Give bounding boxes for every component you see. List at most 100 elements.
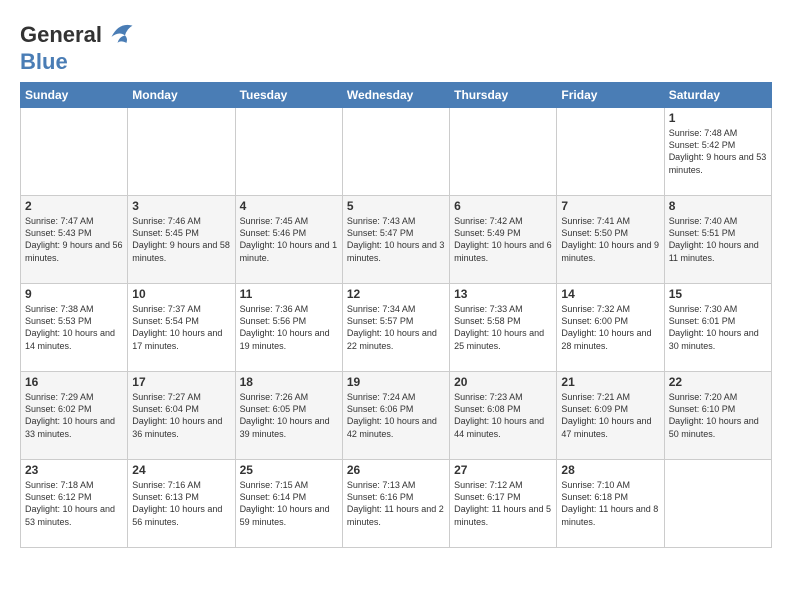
calendar-week-row: 2 Sunrise: 7:47 AM Sunset: 5:43 PM Daylig… <box>21 196 772 284</box>
calendar-cell <box>128 108 235 196</box>
day-info: Sunrise: 7:29 AM Sunset: 6:02 PM Dayligh… <box>25 391 123 440</box>
day-info: Sunrise: 7:43 AM Sunset: 5:47 PM Dayligh… <box>347 215 445 264</box>
day-number: 5 <box>347 199 445 213</box>
day-info: Sunrise: 7:42 AM Sunset: 5:49 PM Dayligh… <box>454 215 552 264</box>
calendar-cell: 21 Sunrise: 7:21 AM Sunset: 6:09 PM Dayli… <box>557 372 664 460</box>
day-info: Sunrise: 7:15 AM Sunset: 6:14 PM Dayligh… <box>240 479 338 528</box>
day-info: Sunrise: 7:10 AM Sunset: 6:18 PM Dayligh… <box>561 479 659 528</box>
day-number: 23 <box>25 463 123 477</box>
page: General Blue SundayMondayTuesdayWednesda… <box>0 0 792 558</box>
day-number: 22 <box>669 375 767 389</box>
calendar-cell: 24 Sunrise: 7:16 AM Sunset: 6:13 PM Dayli… <box>128 460 235 548</box>
calendar-week-row: 23Sunrise: 7:18 AM Sunset: 6:12 PM Dayli… <box>21 460 772 548</box>
calendar-cell: 25 Sunrise: 7:15 AM Sunset: 6:14 PM Dayli… <box>235 460 342 548</box>
day-number: 18 <box>240 375 338 389</box>
day-info: Sunrise: 7:36 AM Sunset: 5:56 PM Dayligh… <box>240 303 338 352</box>
logo-text-general: General <box>20 23 102 47</box>
weekday-header-thursday: Thursday <box>450 83 557 108</box>
calendar-cell <box>235 108 342 196</box>
day-number: 9 <box>25 287 123 301</box>
calendar-week-row: 9 Sunrise: 7:38 AM Sunset: 5:53 PM Daylig… <box>21 284 772 372</box>
day-number: 6 <box>454 199 552 213</box>
weekday-header-wednesday: Wednesday <box>342 83 449 108</box>
calendar-cell: 15Sunrise: 7:30 AM Sunset: 6:01 PM Dayli… <box>664 284 771 372</box>
calendar-cell <box>557 108 664 196</box>
calendar-table: SundayMondayTuesdayWednesdayThursdayFrid… <box>20 82 772 548</box>
day-info: Sunrise: 7:20 AM Sunset: 6:10 PM Dayligh… <box>669 391 767 440</box>
calendar-cell <box>450 108 557 196</box>
day-info: Sunrise: 7:46 AM Sunset: 5:45 PM Dayligh… <box>132 215 230 264</box>
calendar-cell: 27 Sunrise: 7:12 AM Sunset: 6:17 PM Dayli… <box>450 460 557 548</box>
calendar-cell: 2 Sunrise: 7:47 AM Sunset: 5:43 PM Daylig… <box>21 196 128 284</box>
day-number: 26 <box>347 463 445 477</box>
day-number: 2 <box>25 199 123 213</box>
day-number: 27 <box>454 463 552 477</box>
calendar-week-row: 16 Sunrise: 7:29 AM Sunset: 6:02 PM Dayli… <box>21 372 772 460</box>
calendar-cell: 17 Sunrise: 7:27 AM Sunset: 6:04 PM Dayli… <box>128 372 235 460</box>
day-info: Sunrise: 7:32 AM Sunset: 6:00 PM Dayligh… <box>561 303 659 352</box>
day-number: 17 <box>132 375 230 389</box>
day-info: Sunrise: 7:30 AM Sunset: 6:01 PM Dayligh… <box>669 303 767 352</box>
calendar-cell: 20 Sunrise: 7:23 AM Sunset: 6:08 PM Dayli… <box>450 372 557 460</box>
day-number: 16 <box>25 375 123 389</box>
calendar-cell: 18 Sunrise: 7:26 AM Sunset: 6:05 PM Dayli… <box>235 372 342 460</box>
calendar-cell <box>342 108 449 196</box>
logo-text-blue: Blue <box>20 49 68 74</box>
day-number: 8 <box>669 199 767 213</box>
day-info: Sunrise: 7:13 AM Sunset: 6:16 PM Dayligh… <box>347 479 445 528</box>
day-info: Sunrise: 7:21 AM Sunset: 6:09 PM Dayligh… <box>561 391 659 440</box>
calendar-cell: 7 Sunrise: 7:41 AM Sunset: 5:50 PM Daylig… <box>557 196 664 284</box>
day-number: 21 <box>561 375 659 389</box>
calendar-cell: 26 Sunrise: 7:13 AM Sunset: 6:16 PM Dayli… <box>342 460 449 548</box>
day-info: Sunrise: 7:27 AM Sunset: 6:04 PM Dayligh… <box>132 391 230 440</box>
calendar-cell: 9 Sunrise: 7:38 AM Sunset: 5:53 PM Daylig… <box>21 284 128 372</box>
weekday-header-monday: Monday <box>128 83 235 108</box>
day-number: 1 <box>669 111 767 125</box>
logo: General Blue <box>20 20 134 74</box>
logo-bird-icon <box>104 20 134 50</box>
day-number: 11 <box>240 287 338 301</box>
day-number: 24 <box>132 463 230 477</box>
calendar-cell: 8Sunrise: 7:40 AM Sunset: 5:51 PM Daylig… <box>664 196 771 284</box>
calendar-header-row: SundayMondayTuesdayWednesdayThursdayFrid… <box>21 83 772 108</box>
day-info: Sunrise: 7:33 AM Sunset: 5:58 PM Dayligh… <box>454 303 552 352</box>
calendar-cell: 16 Sunrise: 7:29 AM Sunset: 6:02 PM Dayli… <box>21 372 128 460</box>
day-number: 12 <box>347 287 445 301</box>
calendar-cell: 19 Sunrise: 7:24 AM Sunset: 6:06 PM Dayli… <box>342 372 449 460</box>
calendar-cell: 22 Sunrise: 7:20 AM Sunset: 6:10 PM Dayli… <box>664 372 771 460</box>
day-number: 10 <box>132 287 230 301</box>
day-info: Sunrise: 7:38 AM Sunset: 5:53 PM Dayligh… <box>25 303 123 352</box>
calendar-cell: 14Sunrise: 7:32 AM Sunset: 6:00 PM Dayli… <box>557 284 664 372</box>
day-number: 7 <box>561 199 659 213</box>
calendar-cell: 12 Sunrise: 7:34 AM Sunset: 5:57 PM Dayli… <box>342 284 449 372</box>
day-info: Sunrise: 7:23 AM Sunset: 6:08 PM Dayligh… <box>454 391 552 440</box>
day-info: Sunrise: 7:34 AM Sunset: 5:57 PM Dayligh… <box>347 303 445 352</box>
header: General Blue <box>20 20 772 74</box>
day-number: 25 <box>240 463 338 477</box>
day-info: Sunrise: 7:12 AM Sunset: 6:17 PM Dayligh… <box>454 479 552 528</box>
day-info: Sunrise: 7:24 AM Sunset: 6:06 PM Dayligh… <box>347 391 445 440</box>
day-number: 19 <box>347 375 445 389</box>
calendar-cell <box>664 460 771 548</box>
calendar-cell: 11 Sunrise: 7:36 AM Sunset: 5:56 PM Dayli… <box>235 284 342 372</box>
day-info: Sunrise: 7:45 AM Sunset: 5:46 PM Dayligh… <box>240 215 338 264</box>
calendar-cell: 6 Sunrise: 7:42 AM Sunset: 5:49 PM Daylig… <box>450 196 557 284</box>
calendar-cell: 28Sunrise: 7:10 AM Sunset: 6:18 PM Dayli… <box>557 460 664 548</box>
day-info: Sunrise: 7:41 AM Sunset: 5:50 PM Dayligh… <box>561 215 659 264</box>
day-info: Sunrise: 7:26 AM Sunset: 6:05 PM Dayligh… <box>240 391 338 440</box>
day-number: 3 <box>132 199 230 213</box>
day-info: Sunrise: 7:47 AM Sunset: 5:43 PM Dayligh… <box>25 215 123 264</box>
day-info: Sunrise: 7:48 AM Sunset: 5:42 PM Dayligh… <box>669 127 767 176</box>
weekday-header-friday: Friday <box>557 83 664 108</box>
day-info: Sunrise: 7:16 AM Sunset: 6:13 PM Dayligh… <box>132 479 230 528</box>
calendar-cell: 4Sunrise: 7:45 AM Sunset: 5:46 PM Daylig… <box>235 196 342 284</box>
calendar-cell: 3 Sunrise: 7:46 AM Sunset: 5:45 PM Daylig… <box>128 196 235 284</box>
calendar-cell: 10Sunrise: 7:37 AM Sunset: 5:54 PM Dayli… <box>128 284 235 372</box>
calendar-cell: 13 Sunrise: 7:33 AM Sunset: 5:58 PM Dayli… <box>450 284 557 372</box>
day-number: 13 <box>454 287 552 301</box>
calendar-cell: 5 Sunrise: 7:43 AM Sunset: 5:47 PM Daylig… <box>342 196 449 284</box>
calendar-cell <box>21 108 128 196</box>
calendar-cell: 1 Sunrise: 7:48 AM Sunset: 5:42 PM Daylig… <box>664 108 771 196</box>
weekday-header-sunday: Sunday <box>21 83 128 108</box>
day-number: 20 <box>454 375 552 389</box>
